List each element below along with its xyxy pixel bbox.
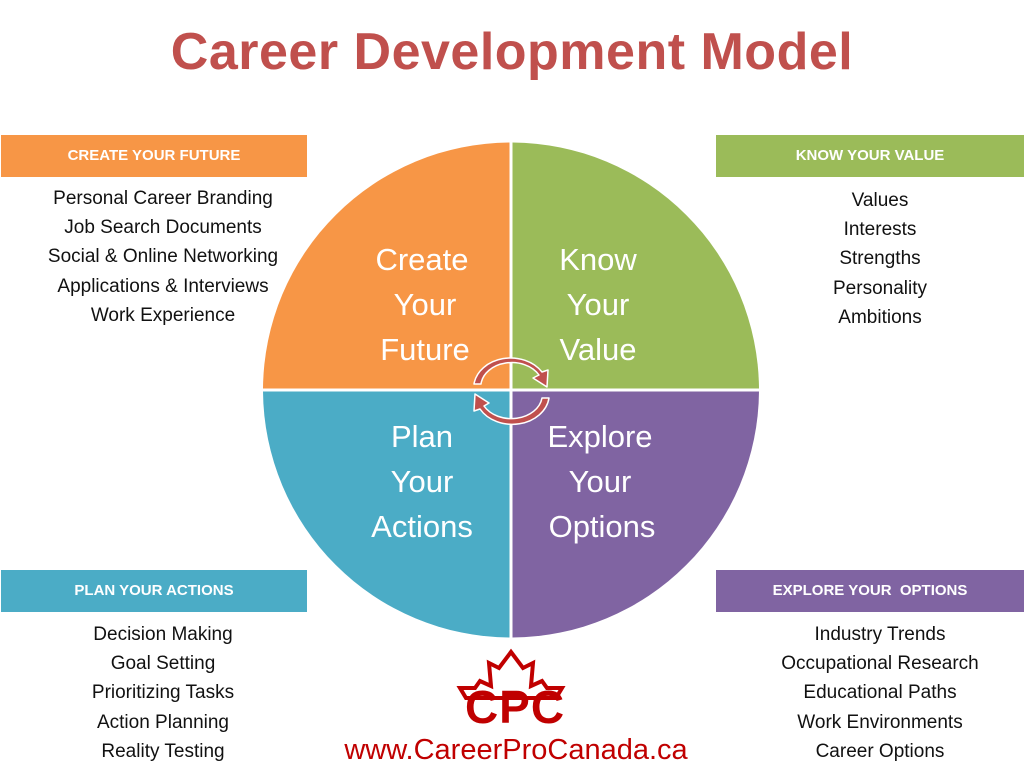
quadrant-label: Create	[375, 242, 468, 277]
quadrant-label: Actions	[371, 509, 473, 544]
website-url[interactable]: www.CareerProCanada.ca	[320, 734, 712, 767]
quadrant-label: Value	[560, 332, 637, 367]
cycle-arrows-icon	[473, 357, 550, 426]
quadrant-label: Know	[559, 242, 637, 277]
career-wheel: Create Your Future Know Your Value Plan …	[263, 142, 759, 700]
quadrant-label: Explore	[547, 419, 652, 454]
cpc-logo-text: CPC	[464, 681, 566, 733]
quadrant-label: Options	[549, 509, 656, 544]
quadrant-label: Your	[567, 287, 630, 322]
quadrant-label: Your	[394, 287, 457, 322]
quadrant-label: Future	[380, 332, 470, 367]
quadrant-label: Your	[391, 464, 454, 499]
quadrant-label: Your	[569, 464, 632, 499]
quadrant-label: Plan	[391, 419, 453, 454]
